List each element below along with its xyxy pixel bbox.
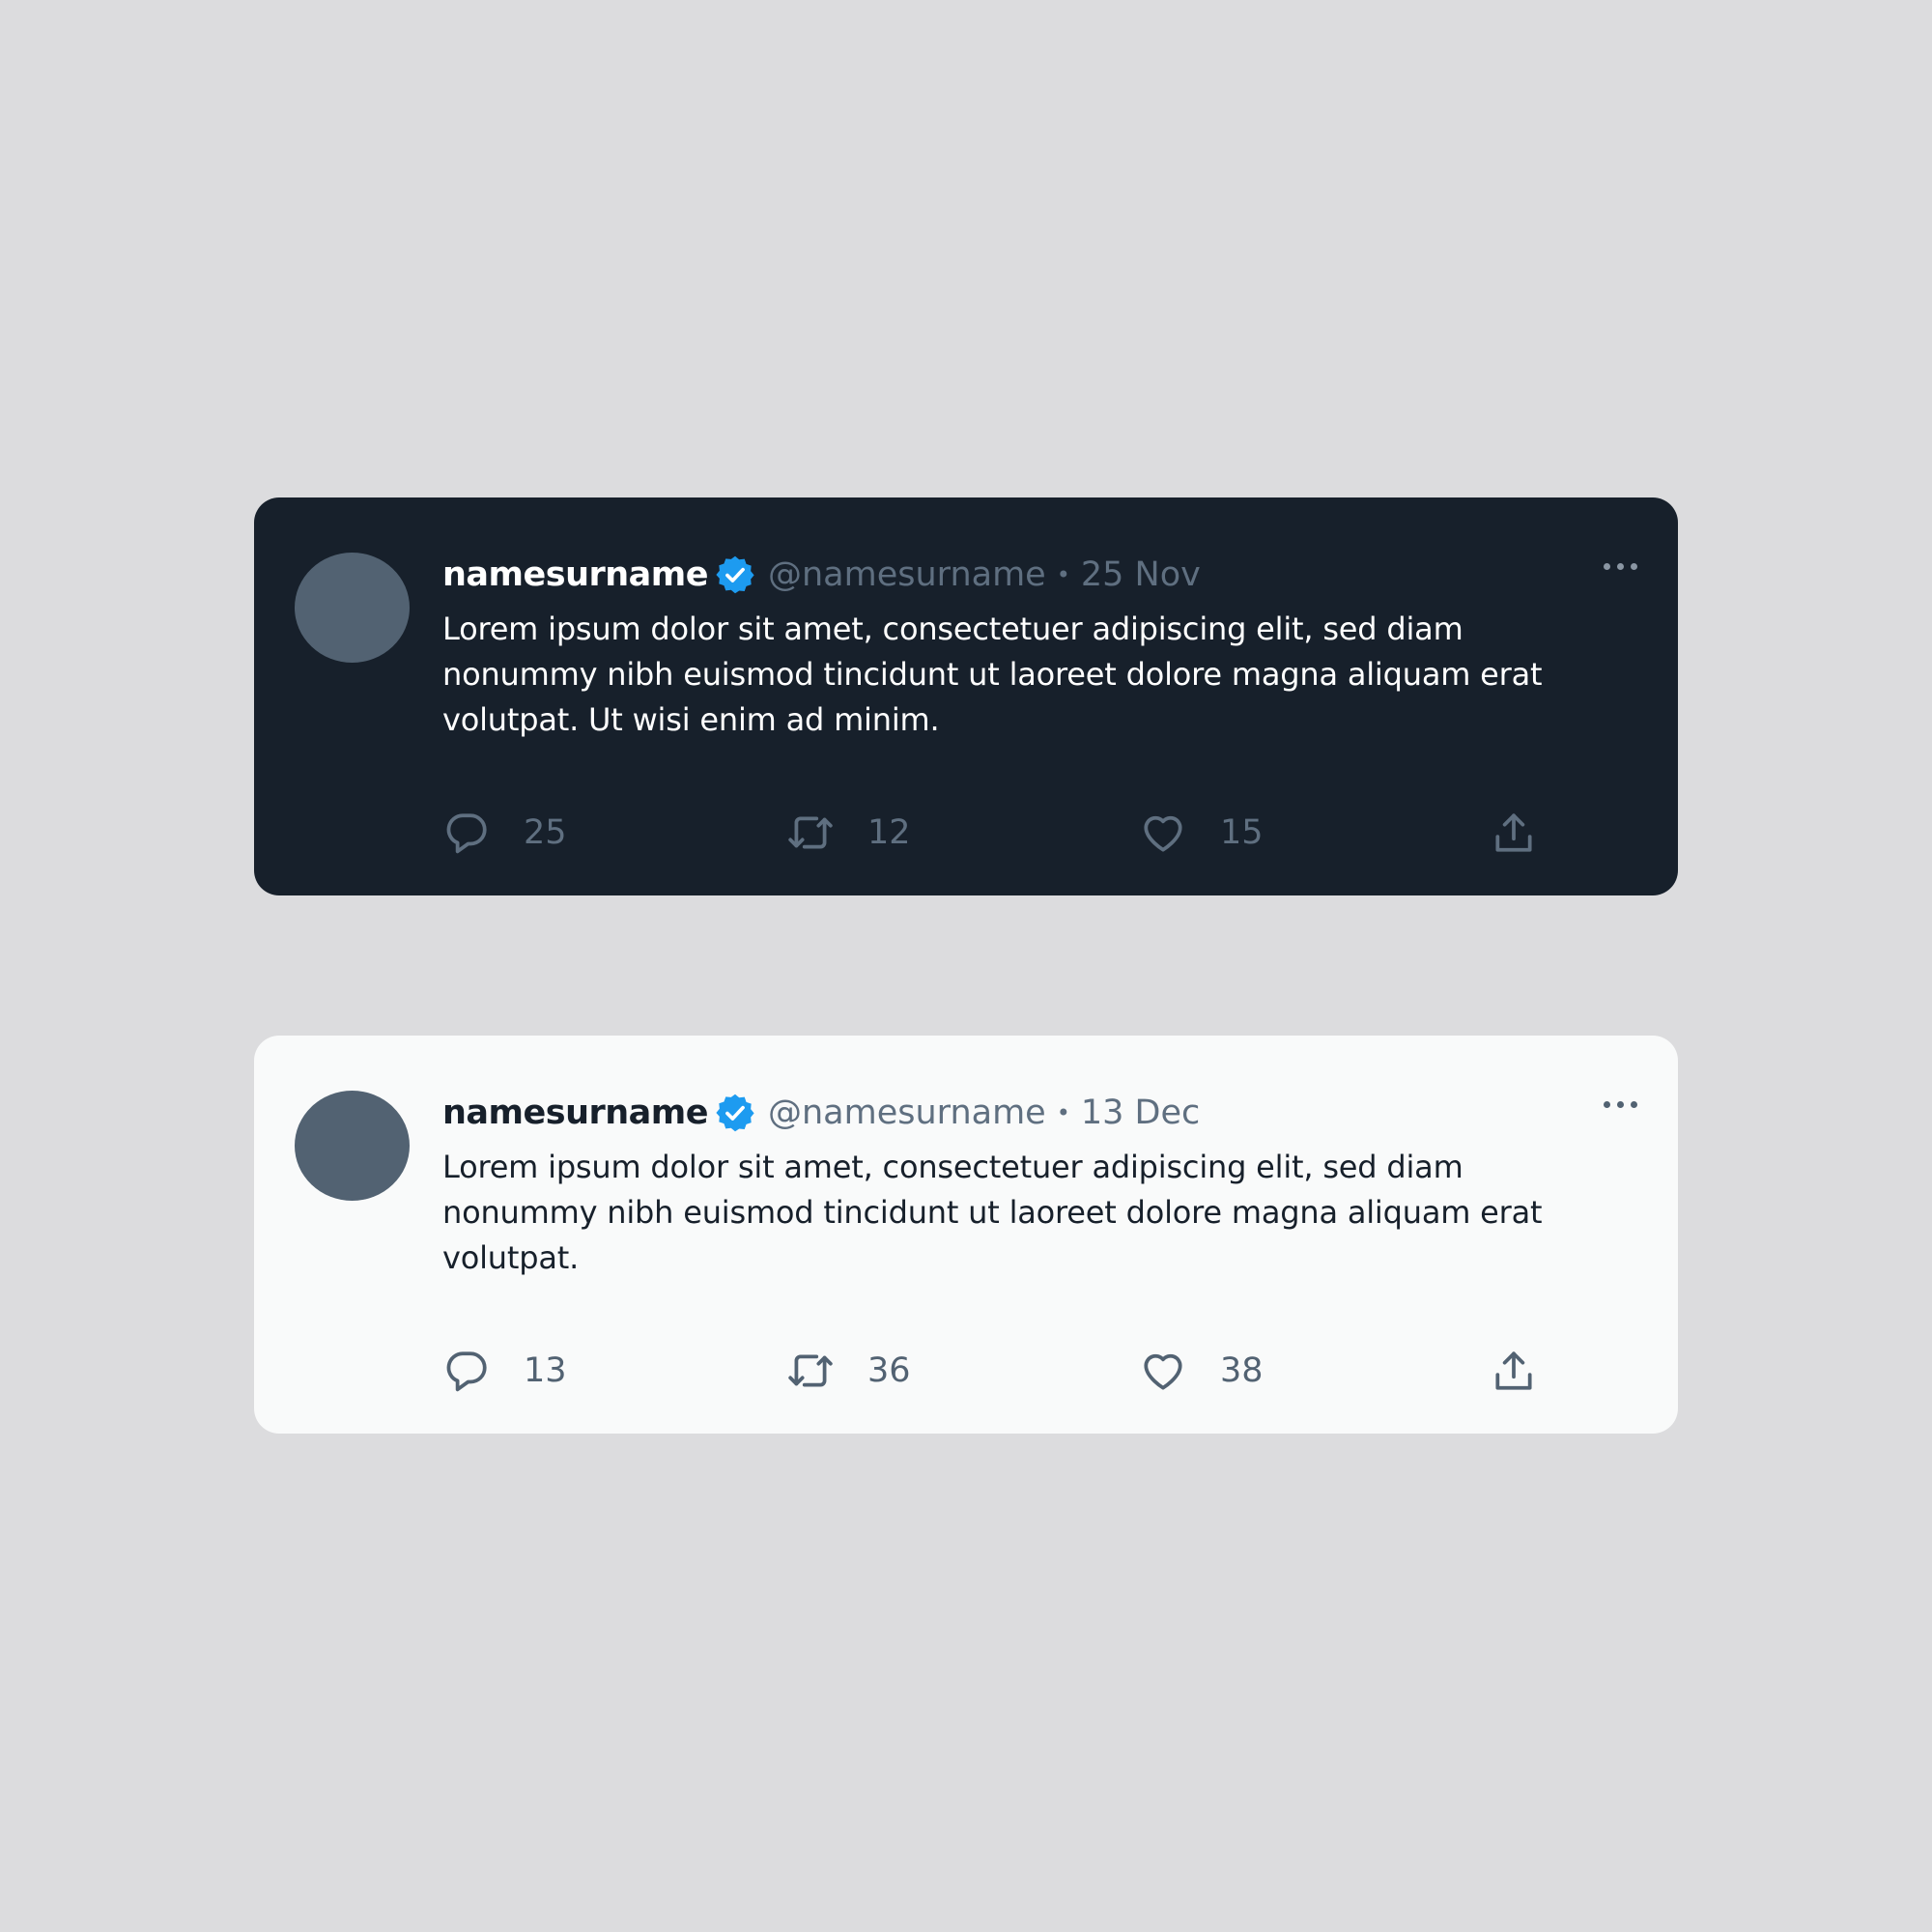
- like-button[interactable]: 38: [1139, 1343, 1264, 1399]
- reply-button[interactable]: 25: [442, 805, 567, 861]
- retweet-button[interactable]: 36: [786, 1343, 911, 1399]
- more-options-icon[interactable]: [1604, 563, 1637, 570]
- share-icon: [1495, 1351, 1532, 1390]
- reply-button[interactable]: 13: [442, 1343, 567, 1399]
- tweet-header: namesurname @namesurname • 13 Dec: [442, 1086, 1200, 1140]
- tweet-header: namesurname @namesurname • 25 Nov: [442, 548, 1201, 602]
- tweet-card-light[interactable]: namesurname @namesurname • 13 Dec Lorem …: [254, 1036, 1678, 1434]
- tweet-text: Lorem ipsum dolor sit amet, consectetuer…: [442, 1149, 1543, 1276]
- retweet-count: 12: [867, 813, 911, 852]
- reply-icon: [446, 813, 487, 854]
- reply-count: 25: [524, 813, 567, 852]
- like-count: 38: [1220, 1351, 1264, 1390]
- avatar[interactable]: [295, 1091, 410, 1201]
- retweet-icon: [788, 1354, 833, 1387]
- retweet-button[interactable]: 12: [786, 805, 911, 861]
- reply-icon: [446, 1351, 487, 1392]
- share-button[interactable]: [1490, 1343, 1538, 1399]
- tweet-actions: 25 12 15: [442, 805, 1573, 861]
- separator-dot: •: [1056, 1099, 1070, 1126]
- like-button[interactable]: 15: [1139, 805, 1264, 861]
- user-handle[interactable]: @namesurname: [768, 1094, 1046, 1132]
- reply-count: 13: [524, 1351, 567, 1390]
- tweet-actions: 13 36 38: [442, 1343, 1573, 1399]
- tweet-text: Lorem ipsum dolor sit amet, consectetuer…: [442, 611, 1543, 738]
- verified-badge-icon: [716, 1094, 754, 1132]
- retweet-count: 36: [867, 1351, 911, 1390]
- tweet-card-dark[interactable]: namesurname @namesurname • 25 Nov Lorem …: [254, 497, 1678, 895]
- tweet-date[interactable]: 25 Nov: [1081, 555, 1201, 594]
- tweet-date[interactable]: 13 Dec: [1081, 1094, 1200, 1132]
- like-count: 15: [1220, 813, 1264, 852]
- like-icon: [1144, 815, 1182, 852]
- more-options-icon[interactable]: [1604, 1101, 1637, 1108]
- avatar[interactable]: [295, 553, 410, 663]
- like-icon: [1144, 1353, 1182, 1390]
- retweet-icon: [788, 816, 833, 849]
- separator-dot: •: [1056, 561, 1070, 588]
- user-handle[interactable]: @namesurname: [768, 555, 1046, 594]
- share-button[interactable]: [1490, 805, 1538, 861]
- share-icon: [1495, 813, 1532, 852]
- display-name[interactable]: namesurname: [442, 555, 709, 594]
- display-name[interactable]: namesurname: [442, 1094, 709, 1132]
- verified-badge-icon: [716, 555, 754, 594]
